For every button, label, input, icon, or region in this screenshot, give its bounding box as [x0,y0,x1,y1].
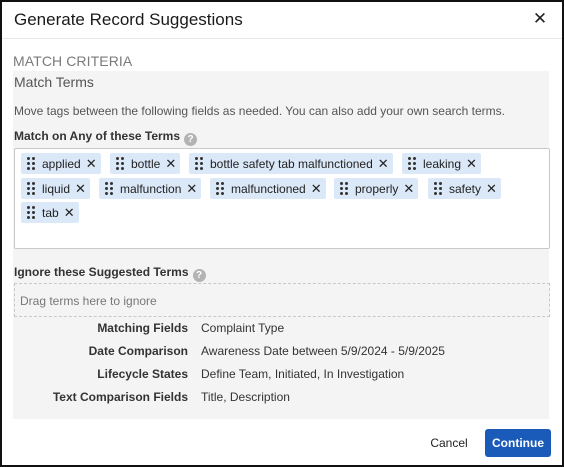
continue-button[interactable]: Continue [485,429,551,457]
match-terms-label: Match on Any of these Terms? [14,129,198,146]
drag-handle-icon[interactable] [408,157,416,170]
close-icon[interactable]: ✕ [532,10,548,28]
remove-tag-icon[interactable]: ✕ [165,157,176,170]
summary-label: Matching Fields [97,321,188,335]
term-tag-label: tab [42,205,59,220]
match-terms-label-text: Match on Any of these Terms [14,129,181,143]
summary-row-matching-fields: Matching Fields Complaint Type [13,321,549,337]
remove-tag-icon[interactable]: ✕ [86,157,97,170]
generate-record-suggestions-dialog: Generate Record Suggestions ✕ MATCH CRIT… [0,0,564,467]
help-icon[interactable]: ? [184,133,198,146]
summary-row-lifecycle-states: Lifecycle States Define Team, Initiated,… [13,367,549,383]
term-tag-label: bottle [131,156,161,171]
term-tag[interactable]: leaking ✕ [402,153,481,174]
term-tag-label: liquid [42,181,71,196]
remove-tag-icon[interactable]: ✕ [186,182,197,195]
drag-handle-icon[interactable] [434,182,442,195]
remove-tag-icon[interactable]: ✕ [486,182,497,195]
dialog-title: Generate Record Suggestions [14,10,243,29]
remove-tag-icon[interactable]: ✕ [64,206,75,219]
term-tag-label: safety [449,181,482,196]
remove-tag-icon[interactable]: ✕ [75,182,86,195]
term-tag[interactable]: tab ✕ [21,202,79,223]
panel-title: Match Terms [14,74,94,90]
remove-tag-icon[interactable]: ✕ [403,182,414,195]
drag-handle-icon[interactable] [27,182,35,195]
match-terms-tag-box[interactable]: applied ✕ bottle ✕ bottle safety tab malfunc… [14,148,550,249]
term-tag[interactable]: properly ✕ [334,178,419,199]
term-tag-label: bottle safety tab malfunctioned [210,156,373,171]
term-tag[interactable]: applied ✕ [21,153,101,174]
ignore-placeholder: Drag terms here to ignore [20,294,157,308]
term-tag-label: malfunctioned [231,181,306,196]
summary-label: Date Comparison [88,344,188,358]
cancel-button[interactable]: Cancel [418,430,480,456]
match-terms-panel: Match Terms Move tags between the follow… [13,71,550,419]
drag-handle-icon[interactable] [216,182,224,195]
summary-label: Text Comparison Fields [52,390,188,404]
drag-handle-icon[interactable] [27,157,35,170]
drag-handle-icon[interactable] [340,182,348,195]
term-tag[interactable]: bottle safety tab malfunctioned ✕ [189,153,393,174]
term-tag-label: leaking [423,156,462,171]
drag-handle-icon[interactable] [105,182,113,195]
drag-handle-icon[interactable] [27,206,35,219]
term-tag-label: malfunction [120,181,182,196]
ignore-terms-drop-zone[interactable]: Drag terms here to ignore [14,283,550,317]
ignore-terms-label-text: Ignore these Suggested Terms [14,265,189,279]
panel-description: Move tags between the following fields a… [14,104,505,118]
summary-label: Lifecycle States [97,367,188,381]
remove-tag-icon[interactable]: ✕ [378,157,389,170]
term-tag[interactable]: malfunctioned ✕ [210,178,326,199]
term-tag[interactable]: malfunction ✕ [99,178,202,199]
term-tag[interactable]: bottle ✕ [110,153,181,174]
drag-handle-icon[interactable] [116,157,124,170]
remove-tag-icon[interactable]: ✕ [311,182,322,195]
section-heading: MATCH CRITERIA [13,53,133,69]
ignore-terms-label: Ignore these Suggested Terms? [14,265,206,282]
summary-value: Title, Description [201,390,290,404]
drag-handle-icon[interactable] [195,157,203,170]
help-icon[interactable]: ? [192,269,206,282]
term-tag[interactable]: liquid ✕ [21,178,90,199]
summary-value: Complaint Type [201,321,285,335]
dialog-titlebar: Generate Record Suggestions ✕ [2,2,562,39]
term-tag[interactable]: safety ✕ [428,178,501,199]
summary-row-text-comparison-fields: Text Comparison Fields Title, Descriptio… [13,390,549,406]
summary-row-date-comparison: Date Comparison Awareness Date between 5… [13,344,549,360]
summary-value: Define Team, Initiated, In Investigation [201,367,405,381]
summary-value: Awareness Date between 5/9/2024 - 5/9/20… [201,344,445,358]
remove-tag-icon[interactable]: ✕ [466,157,477,170]
term-tag-label: properly [355,181,399,196]
term-tag-label: applied [42,156,81,171]
